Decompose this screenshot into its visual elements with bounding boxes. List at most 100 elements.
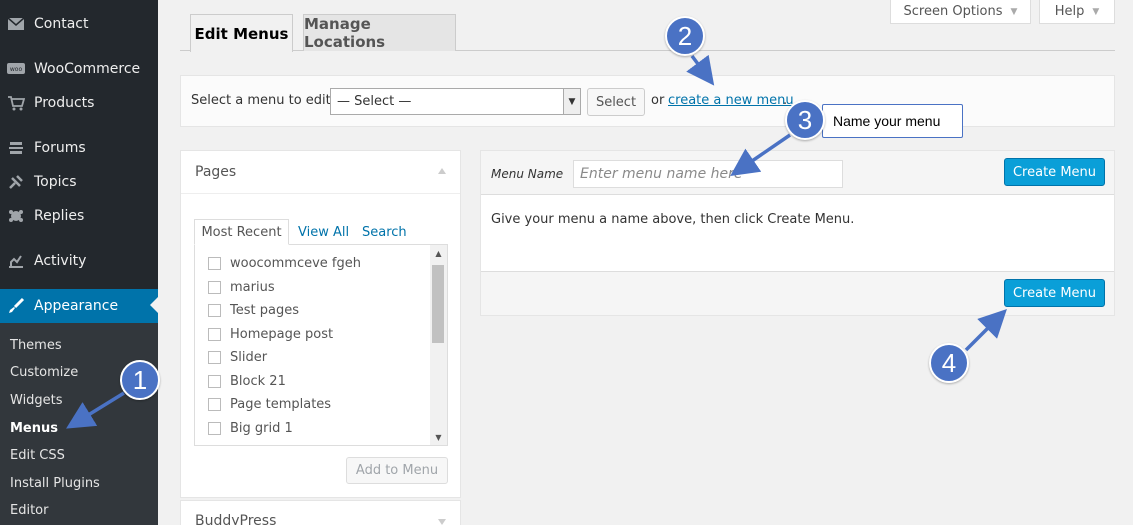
- buddypress-metabox[interactable]: BuddyPress: [180, 500, 461, 525]
- page-label: Block 21: [230, 374, 286, 389]
- annotation-badge-1: 1: [120, 360, 160, 400]
- checkbox[interactable]: [208, 351, 221, 364]
- checkbox[interactable]: [208, 304, 221, 317]
- arrow-to-create-button: [964, 309, 1007, 352]
- list-item[interactable]: Big grid 1: [208, 421, 293, 436]
- sidebar-item-appearance[interactable]: Appearance: [0, 289, 158, 323]
- sidebar-item-label: Appearance: [34, 298, 119, 314]
- svg-text:woo: woo: [10, 66, 23, 73]
- submenu-item-install-plugins[interactable]: Install Plugins: [10, 476, 100, 491]
- submenu-item-menus[interactable]: Menus: [10, 421, 58, 436]
- menu-instructions: Give your menu a name above, then click …: [491, 212, 855, 227]
- sidebar-item-label: WooCommerce: [34, 61, 141, 77]
- sidebar-item-contact[interactable]: Contact: [0, 7, 158, 41]
- list-item[interactable]: Block 21: [208, 374, 286, 389]
- list-item[interactable]: Slider: [208, 350, 267, 365]
- page-label: Test pages: [230, 303, 299, 318]
- add-to-menu-button[interactable]: Add to Menu: [346, 457, 448, 484]
- sidebar-item-topics[interactable]: Topics: [0, 165, 158, 199]
- menu-name-input[interactable]: [573, 160, 843, 188]
- pages-metabox: Pages Most Recent View All Search woocom…: [180, 150, 461, 498]
- sidebar-item-label: Forums: [34, 140, 86, 156]
- collapse-arrow-icon[interactable]: [438, 168, 446, 174]
- caret-down-icon: ▼: [1010, 6, 1018, 17]
- page-label: Slider: [230, 350, 268, 365]
- tab-most-recent[interactable]: Most Recent: [194, 219, 289, 245]
- pages-metabox-header[interactable]: Pages: [181, 151, 460, 194]
- sidebar-item-label: Replies: [34, 208, 85, 224]
- pages-checklist: woocommceve fgeh marius Test pages Homep…: [194, 244, 448, 446]
- select-menu-bar: Select a menu to edit: — Select — ▼ Sele…: [180, 75, 1115, 127]
- topics-icon: [6, 172, 26, 192]
- page-label: Homepage post: [230, 327, 334, 342]
- period-text: .: [783, 93, 788, 108]
- sidebar-item-replies[interactable]: Replies: [0, 199, 158, 233]
- scroll-up-icon[interactable]: ▲: [430, 245, 447, 261]
- menu-select-dropdown[interactable]: — Select — ▼: [330, 88, 581, 115]
- list-item[interactable]: marius: [208, 280, 275, 295]
- submenu-item-editor[interactable]: Editor: [10, 503, 48, 518]
- brush-icon: [6, 296, 26, 316]
- submenu-item-edit-css[interactable]: Edit CSS: [10, 448, 65, 463]
- page-label: Big grid 1: [230, 421, 293, 436]
- expand-arrow-icon[interactable]: [438, 519, 446, 525]
- forums-icon: [6, 138, 26, 158]
- tab-view-all[interactable]: View All: [298, 219, 349, 245]
- mail-icon: [6, 14, 26, 34]
- replies-icon: [6, 206, 26, 226]
- sidebar-item-activity[interactable]: Activity: [0, 244, 158, 278]
- tab-search[interactable]: Search: [362, 219, 407, 245]
- scrollbar-thumb[interactable]: [432, 265, 444, 343]
- list-item[interactable]: woocommceve fgeh: [208, 256, 361, 271]
- menu-header: Menu Name Create Menu: [481, 151, 1114, 195]
- woocommerce-icon: woo: [6, 59, 26, 79]
- annotation-badge-4: 4: [929, 343, 969, 383]
- activity-icon: [6, 251, 26, 271]
- list-item[interactable]: Homepage post: [208, 327, 333, 342]
- tab-label: Manage Locations: [304, 15, 386, 51]
- annotation-badge-3: 3: [785, 100, 825, 140]
- page-label: woocommceve fgeh: [230, 256, 362, 271]
- page-label: marius: [230, 280, 275, 295]
- help-label: Help: [1054, 4, 1085, 19]
- sidebar-item-label: Contact: [34, 16, 89, 32]
- select-button[interactable]: Select: [587, 88, 645, 116]
- create-menu-button-top[interactable]: Create Menu: [1004, 158, 1105, 186]
- screen-options-label: Screen Options: [903, 4, 1003, 19]
- list-item[interactable]: Page templates: [208, 397, 331, 412]
- page-label: Page templates: [230, 397, 332, 412]
- list-item[interactable]: Test pages: [208, 303, 299, 318]
- pages-metabox-title: Pages: [195, 164, 237, 180]
- sidebar-item-label: Products: [34, 95, 95, 111]
- create-menu-button-bottom[interactable]: Create Menu: [1004, 279, 1105, 307]
- admin-sidebar: Contact woo WooCommerce Products Forums …: [0, 0, 158, 525]
- pages-scrollbar[interactable]: ▲ ▼: [430, 245, 447, 445]
- sidebar-item-forums[interactable]: Forums: [0, 131, 158, 165]
- checkbox[interactable]: [208, 281, 221, 294]
- submenu-item-customize[interactable]: Customize: [10, 365, 78, 380]
- select-menu-label: Select a menu to edit:: [191, 93, 336, 108]
- submenu-item-widgets[interactable]: Widgets: [10, 393, 63, 408]
- help-button[interactable]: Help ▼: [1039, 0, 1115, 24]
- cart-icon: [6, 93, 26, 113]
- checkbox[interactable]: [208, 257, 221, 270]
- create-new-menu-link[interactable]: create a new menu: [668, 93, 794, 108]
- sidebar-item-products[interactable]: Products: [0, 86, 158, 120]
- checkbox[interactable]: [208, 375, 221, 388]
- menu-edit-panel: Menu Name Create Menu Give your menu a n…: [480, 150, 1115, 316]
- scroll-down-icon[interactable]: ▼: [430, 429, 447, 445]
- checkbox[interactable]: [208, 422, 221, 435]
- chevron-down-icon[interactable]: ▼: [563, 89, 580, 114]
- or-text: or: [651, 93, 665, 108]
- checkbox[interactable]: [208, 328, 221, 341]
- buddypress-metabox-title: BuddyPress: [195, 513, 277, 525]
- appearance-submenu: Themes Customize Widgets Menus Edit CSS …: [0, 323, 158, 525]
- submenu-item-themes[interactable]: Themes: [10, 338, 62, 353]
- screen-options-button[interactable]: Screen Options ▼: [890, 0, 1031, 24]
- sidebar-item-woocommerce[interactable]: woo WooCommerce: [0, 52, 158, 86]
- tab-label: Edit Menus: [194, 24, 289, 43]
- checkbox[interactable]: [208, 398, 221, 411]
- tab-edit-menus[interactable]: Edit Menus: [190, 14, 293, 52]
- sidebar-item-label: Activity: [34, 253, 87, 269]
- tab-manage-locations[interactable]: Manage Locations: [303, 14, 456, 51]
